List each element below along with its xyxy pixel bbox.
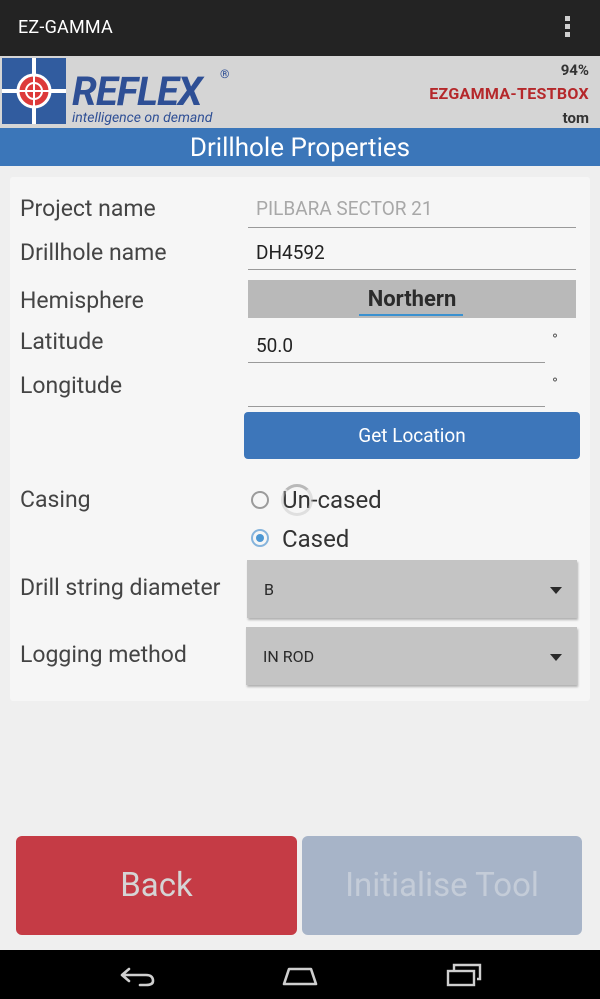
longitude-input[interactable]	[248, 370, 545, 407]
logo-tagline: intelligence on demand	[72, 110, 213, 126]
hemisphere-label: Hemisphere	[20, 287, 144, 314]
hemisphere-toggle[interactable]: Northern	[248, 280, 576, 318]
dropdown-arrow-icon	[550, 587, 562, 594]
page-title: Drillhole Properties	[0, 128, 600, 166]
hemisphere-underline	[359, 314, 463, 316]
cased-label[interactable]: Cased	[282, 525, 349, 553]
project-name-label: Project name	[20, 195, 156, 222]
latitude-label: Latitude	[20, 328, 104, 355]
latitude-degree-symbol: °	[552, 330, 558, 349]
get-location-button[interactable]: Get Location	[244, 412, 580, 459]
drill-string-diameter-value: B	[264, 580, 274, 599]
loading-spinner-icon	[281, 484, 313, 516]
reflex-logo-mark	[2, 58, 66, 124]
user-name: tom	[562, 109, 589, 127]
project-name-field: PILBARA SECTOR 21	[248, 190, 576, 228]
logging-method-label: Logging method	[20, 641, 187, 668]
nav-recents-icon[interactable]	[444, 962, 484, 988]
drill-string-diameter-select[interactable]: B	[247, 560, 577, 618]
reflex-logo-text: REFLEX	[72, 68, 202, 115]
back-button[interactable]: Back	[16, 836, 297, 935]
nav-back-icon[interactable]	[118, 964, 158, 988]
longitude-label: Longitude	[20, 372, 123, 399]
dropdown-arrow-icon	[550, 654, 562, 661]
drillhole-name-input[interactable]: DH4592	[248, 234, 576, 270]
logo-registered-mark: ®	[220, 67, 230, 81]
casing-label: Casing	[20, 486, 91, 513]
logging-method-value: IN ROD	[263, 647, 315, 666]
uncased-radio[interactable]	[251, 491, 269, 509]
latitude-input[interactable]: 50.0	[248, 327, 545, 363]
initialise-tool-button[interactable]: Initialise Tool	[302, 836, 582, 935]
logging-method-select[interactable]: IN ROD	[246, 627, 577, 685]
longitude-degree-symbol: °	[552, 374, 558, 393]
device-name: EZGAMMA-TESTBOX	[429, 84, 589, 103]
battery-level: 94%	[560, 61, 589, 79]
drill-string-diameter-label: Drill string diameter	[20, 574, 221, 601]
drillhole-name-label: Drillhole name	[20, 239, 167, 266]
overflow-menu-icon[interactable]	[562, 16, 572, 42]
cased-radio[interactable]	[251, 529, 269, 547]
nav-home-icon[interactable]	[280, 963, 320, 987]
app-title: EZ-GAMMA	[18, 17, 113, 38]
